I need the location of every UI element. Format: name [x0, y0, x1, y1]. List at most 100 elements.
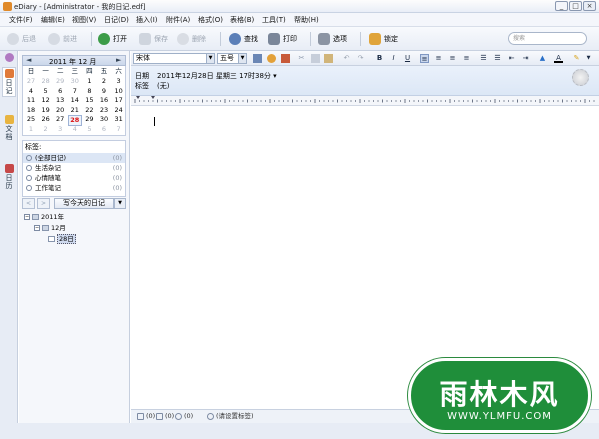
calendar-day[interactable]: 15 — [82, 96, 96, 105]
menu-diary[interactable]: 日记(D) — [104, 15, 129, 25]
tag-item[interactable]: 心情随笔 (0) — [23, 173, 125, 183]
calendar-day[interactable]: 5 — [82, 125, 96, 134]
calendar-day[interactable]: 25 — [24, 115, 38, 124]
find-button[interactable]: 查找 — [229, 32, 258, 46]
indent-marker-icon[interactable] — [136, 96, 140, 99]
tab-documents[interactable]: 文档 — [2, 115, 16, 141]
search-input[interactable]: 搜索 — [508, 32, 587, 45]
calendar-day[interactable]: 7 — [68, 87, 82, 96]
copy-icon[interactable] — [311, 54, 320, 63]
more-dropdown[interactable]: ▼ — [584, 54, 593, 63]
calendar-day[interactable]: 1 — [24, 125, 38, 134]
calendar-day[interactable]: 28 — [39, 77, 53, 86]
undo-icon[interactable]: ↶ — [342, 54, 351, 63]
weather-icon[interactable] — [572, 69, 589, 86]
align-right-icon[interactable]: ≡ — [448, 54, 457, 63]
menu-table[interactable]: 表格(B) — [230, 15, 254, 25]
tree-node-day[interactable]: 28日 — [48, 234, 76, 244]
calendar-day[interactable]: 22 — [82, 106, 96, 115]
set-tag-status[interactable]: (请设置标签) — [207, 412, 254, 421]
menu-attach[interactable]: 附件(A) — [166, 15, 190, 25]
open-button[interactable]: 打开 — [98, 32, 127, 46]
calendar-day[interactable]: 31 — [112, 115, 126, 124]
marker-icon[interactable]: ✎ — [572, 54, 581, 63]
calendar-day[interactable]: 3 — [112, 77, 126, 86]
outdent-icon[interactable]: ⇤ — [507, 54, 516, 63]
tab-diary[interactable]: 日记 — [2, 67, 16, 97]
maximize-button[interactable]: □ — [569, 1, 582, 11]
cut-icon[interactable]: ✂ — [297, 54, 306, 63]
calendar-day[interactable]: 9 — [97, 87, 111, 96]
calendar-day[interactable]: 16 — [97, 96, 111, 105]
highlight-color-icon[interactable]: ▲ — [538, 54, 547, 63]
font-size-select[interactable]: 五号 ▼ — [217, 53, 247, 64]
calendar-day[interactable]: 27 — [24, 77, 38, 86]
calendar-day[interactable]: 4 — [24, 87, 38, 96]
next-entry-button[interactable]: > — [37, 198, 50, 209]
calendar-day[interactable]: 4 — [68, 125, 82, 134]
calendar-day[interactable]: 20 — [53, 106, 67, 115]
menu-view[interactable]: 视图(V) — [72, 15, 96, 25]
ruler[interactable] — [131, 96, 599, 106]
attachment-count[interactable]: (0) — [137, 412, 155, 421]
calendar-day[interactable]: 26 — [39, 115, 53, 124]
emoticon-icon[interactable] — [267, 54, 276, 63]
menu-tools[interactable]: 工具(T) — [262, 15, 286, 25]
menu-format[interactable]: 格式(O) — [198, 15, 223, 25]
bullet-list-icon[interactable]: ☰ — [479, 54, 488, 63]
calendar-day[interactable]: 3 — [53, 125, 67, 134]
calendar-day[interactable]: 30 — [68, 77, 82, 86]
delete-button[interactable]: 删除 — [177, 32, 206, 46]
insert-image-icon[interactable] — [253, 54, 262, 63]
font-color-icon[interactable]: A — [554, 54, 563, 63]
calendar-day[interactable]: 21 — [68, 106, 82, 115]
calendar-day[interactable]: 2 — [97, 77, 111, 86]
calendar-day[interactable]: 5 — [39, 87, 53, 96]
calendar-day[interactable]: 2 — [39, 125, 53, 134]
redo-icon[interactable]: ↷ — [356, 54, 365, 63]
tree-node-year[interactable]: −2011年 — [24, 213, 64, 222]
calendar-day[interactable]: 13 — [53, 96, 67, 105]
save-button[interactable]: 保存 — [139, 32, 168, 46]
calendar-day[interactable]: 12 — [39, 96, 53, 105]
align-center-icon[interactable]: ≡ — [434, 54, 443, 63]
close-button[interactable]: × — [583, 1, 596, 11]
prev-entry-button[interactable]: < — [22, 198, 35, 209]
calendar-day[interactable]: 27 — [53, 115, 67, 124]
calendar-day[interactable]: 6 — [53, 87, 67, 96]
calendar-day[interactable]: 30 — [97, 115, 111, 124]
calendar-day[interactable]: 10 — [112, 87, 126, 96]
font-select[interactable]: 宋体 ▼ — [133, 53, 215, 64]
first-line-marker-icon[interactable] — [151, 96, 155, 99]
date-value[interactable]: 2011年12月28日 星期三 17时38分 ▾ — [157, 71, 277, 81]
tag-item[interactable]: 生活杂记 (0) — [23, 163, 125, 173]
media-count[interactable]: (0) — [156, 412, 174, 421]
calendar-day[interactable]: 11 — [24, 96, 38, 105]
minimize-button[interactable]: _ — [555, 1, 568, 11]
print-button[interactable]: 打印 — [268, 32, 297, 46]
tag-item[interactable]: 工作笔记 (0) — [23, 183, 125, 193]
write-today-dropdown[interactable]: ▼ — [114, 198, 126, 209]
next-month-button[interactable]: ► — [116, 56, 121, 65]
italic-button[interactable]: I — [389, 54, 398, 63]
calendar-day[interactable]: 29 — [53, 77, 67, 86]
collapse-icon[interactable]: − — [24, 214, 30, 220]
insert-table-icon[interactable] — [281, 54, 290, 63]
menu-file[interactable]: 文件(F) — [9, 15, 33, 25]
back-button[interactable]: 后退 — [7, 32, 36, 46]
prev-month-button[interactable]: ◄ — [26, 56, 31, 65]
align-justify-icon[interactable]: ≡ — [462, 54, 471, 63]
calendar-day[interactable]: 7 — [112, 125, 126, 134]
calendar-day[interactable]: 6 — [97, 125, 111, 134]
comment-count[interactable]: (0) — [175, 412, 193, 421]
calendar-day[interactable]: 18 — [24, 106, 38, 115]
calendar-day[interactable]: 29 — [82, 115, 96, 124]
forward-button[interactable]: 前进 — [48, 32, 77, 46]
collapse-icon[interactable]: − — [34, 225, 40, 231]
calendar-day[interactable]: 1 — [82, 77, 96, 86]
tab-calendar[interactable]: 日历 — [2, 164, 16, 190]
menu-help[interactable]: 帮助(H) — [294, 15, 319, 25]
settings-tab[interactable] — [2, 53, 16, 63]
calendar-day[interactable]: 17 — [112, 96, 126, 105]
calendar-day[interactable]: 14 — [68, 96, 82, 105]
